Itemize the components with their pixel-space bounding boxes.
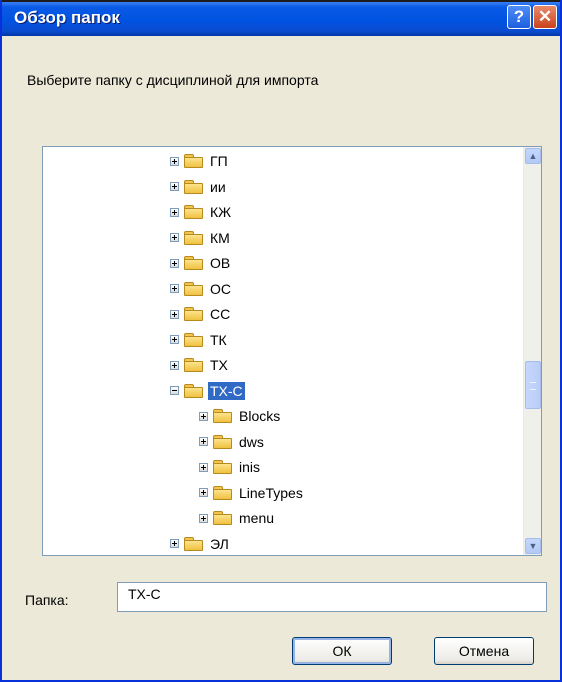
tree-item[interactable]: Blocks [199,405,282,427]
expand-icon[interactable] [170,309,179,319]
expand-icon[interactable] [170,360,179,370]
folder-icon [184,153,204,169]
grip-icon [530,382,536,390]
tree-item[interactable]: ЭЛ [170,533,231,555]
folder-icon [184,204,204,220]
folder-label: Папка: [25,592,69,608]
expand-icon[interactable] [170,284,179,293]
expand-icon[interactable] [170,539,179,548]
folder-icon [213,510,233,526]
expand-icon[interactable] [199,462,208,472]
scroll-up-button[interactable]: ▲ [525,148,541,164]
title-bar[interactable]: Обзор папок ? ✕ [2,0,560,36]
tree-item[interactable]: dws [199,431,266,453]
tree-item[interactable]: ГП [170,150,230,172]
folder-icon [213,485,233,501]
tree-item-label: КМ [210,229,230,246]
close-button[interactable]: ✕ [533,5,557,29]
cancel-button[interactable]: Отмена [434,637,534,665]
ok-button[interactable]: ОК [292,637,392,665]
folder-icon [184,332,204,348]
tree-item-label: ЭЛ [210,535,229,552]
expand-icon[interactable] [199,488,208,497]
expand-icon[interactable] [170,335,179,344]
tree-item-label: dws [239,433,264,450]
folder-icon [184,255,204,271]
tree-item-label: Blocks [239,408,281,424]
expand-icon[interactable] [199,411,208,421]
folder-icon [213,459,233,475]
window-title: Обзор папок [14,8,120,27]
expand-icon[interactable] [199,437,208,446]
tree-item-label: КЖ [210,204,232,220]
folder-icon [184,357,204,373]
expand-icon[interactable] [170,258,179,268]
tree-item-label: ТХ [210,357,228,373]
expand-icon[interactable] [170,207,179,217]
folder-icon [213,408,233,424]
folder-tree[interactable]: ГП ии КЖ КМ ОВ ОС СС ТК ТХ ТХ-С Blocks dws inis LineT… [42,146,542,556]
folder-icon [184,306,204,322]
folder-input[interactable]: ТХ-С [117,582,547,612]
tree-item-label: menu [239,510,275,526]
tree-item[interactable]: ОВ [170,252,232,274]
folder-icon [213,434,233,450]
tree-item-label: ТК [210,331,227,348]
tree-item[interactable]: СС [170,303,232,325]
folder-icon [184,383,204,399]
instruction-text: Выберите папку с дисциплиной для импорта [27,72,319,88]
tree-item[interactable]: ТХ-С [170,380,245,402]
expand-icon[interactable] [199,513,208,523]
expand-icon[interactable] [170,156,179,166]
tree-item[interactable]: КМ [170,227,232,249]
folder-icon [184,536,204,552]
tree-item[interactable]: inis [199,456,262,478]
expand-icon[interactable] [170,233,179,242]
tree-item-label: ОВ [210,255,231,271]
tree-item-label: СС [210,306,231,322]
scroll-down-button[interactable]: ▼ [525,538,541,554]
folder-icon [184,179,204,195]
vertical-scrollbar[interactable]: ▲ ▼ [523,147,541,555]
tree-item-label: inis [239,459,261,475]
tree-item-label: LineTypes [239,484,303,501]
expand-icon[interactable] [170,182,179,191]
tree-item-label: ОС [210,280,231,297]
folder-icon [184,230,204,246]
tree-item[interactable]: ТХ [170,354,230,376]
scroll-thumb[interactable] [525,361,541,409]
tree-item[interactable]: ТК [170,329,229,351]
tree-item[interactable]: menu [199,507,276,529]
tree-item[interactable]: LineTypes [199,482,305,504]
help-button[interactable]: ? [507,5,531,29]
tree-item-label: ГП [210,153,228,169]
tree-item[interactable]: ии [170,176,228,198]
tree-item[interactable]: ОС [170,278,233,300]
tree-item[interactable]: КЖ [170,201,233,223]
tree-item-label: ии [210,178,226,195]
browse-folder-dialog: Обзор папок ? ✕ Выберите папку с дисципл… [0,0,562,682]
folder-icon [184,281,204,297]
collapse-icon[interactable] [170,386,179,395]
tree-item-label: ТХ-С [208,381,245,400]
